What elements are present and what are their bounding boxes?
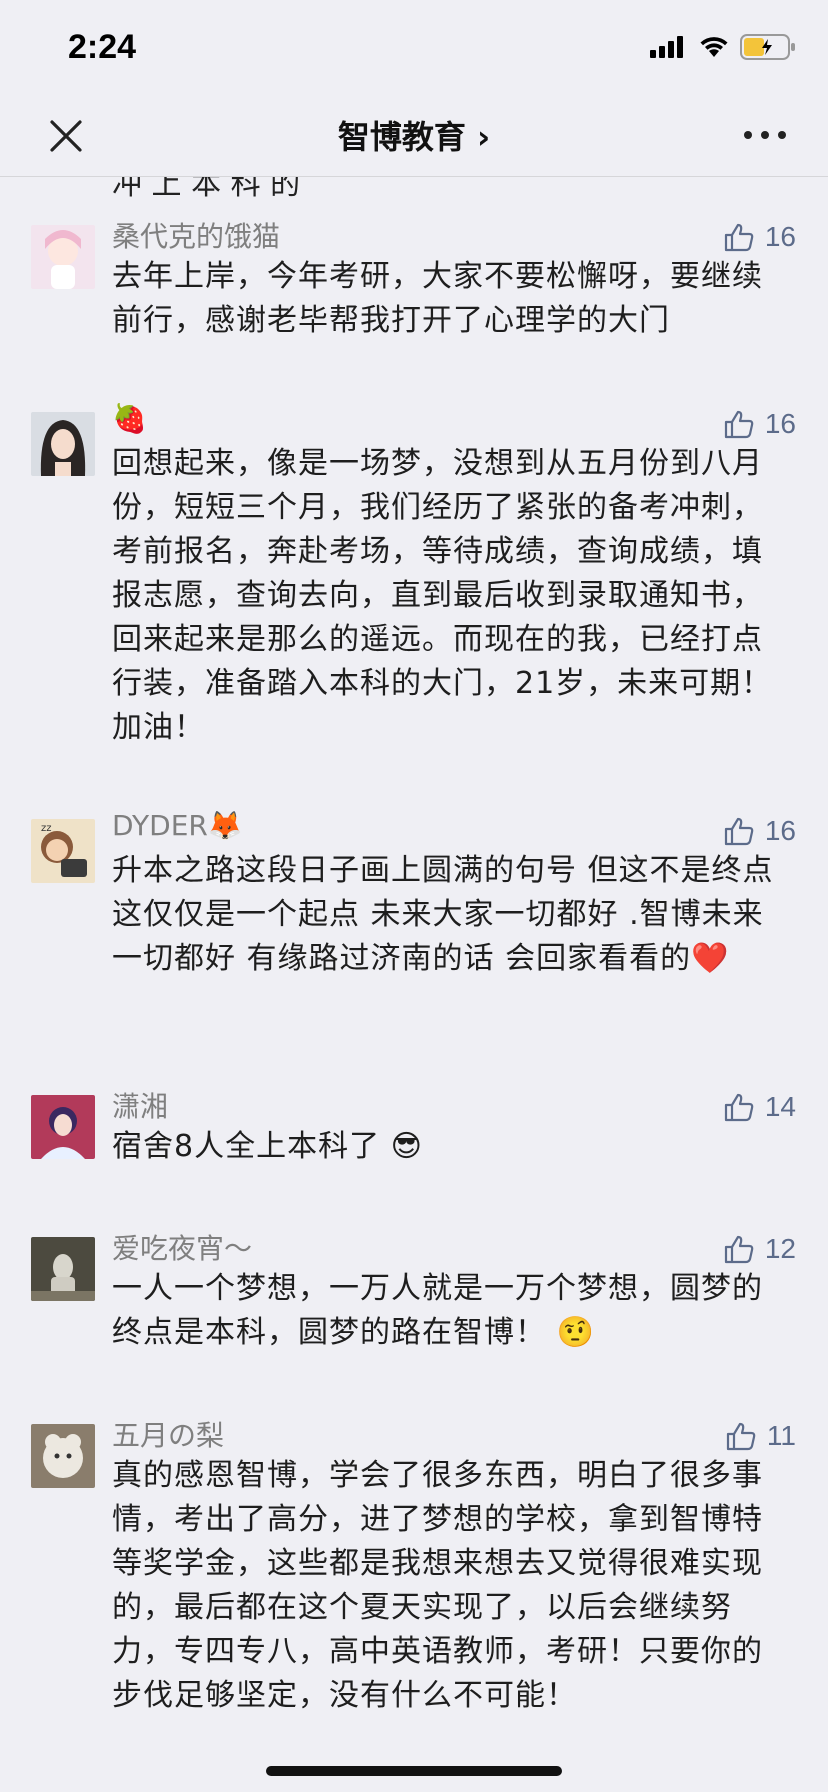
commenter-name: 爱吃夜宵～ <box>112 1232 253 1265</box>
like-count: 11 <box>766 1420 796 1451</box>
status-time: 2:24 <box>68 28 137 66</box>
like-count: 14 <box>764 1091 796 1122</box>
like-button[interactable]: 14 <box>723 1087 796 1127</box>
like-count: 16 <box>764 408 796 439</box>
like-count: 16 <box>764 815 796 846</box>
status-bar: 2:24 <box>0 0 828 100</box>
thumbs-up-icon <box>724 1093 754 1122</box>
avatar[interactable] <box>31 1095 95 1159</box>
thumbs-up-icon <box>724 817 754 846</box>
like-count: 16 <box>764 221 796 252</box>
commenter-name: 五月の梨 <box>112 1419 225 1452</box>
nav-bar: 智博教育 › <box>0 100 828 177</box>
thumbs-up-icon <box>726 1422 756 1451</box>
comment-feed[interactable]: 冲 上 本 科 的 桑代克的饿猫 16 去年上岸，今年考研，大家不要松懈呀，要继… <box>0 177 828 1792</box>
avatar[interactable] <box>31 1237 95 1301</box>
thumbs-up-icon <box>724 410 754 439</box>
like-button[interactable]: 12 <box>723 1229 796 1269</box>
comment-text: 一人一个梦想，一万人就是一万个梦想，圆梦的终点是本科，圆梦的路在智博！ 🤨 <box>112 1271 763 1350</box>
thumbs-up-icon <box>724 1235 754 1264</box>
more-icon[interactable] <box>740 120 790 150</box>
like-button[interactable]: 16 <box>723 217 796 257</box>
like-button[interactable]: 16 <box>723 404 796 444</box>
avatar[interactable] <box>31 412 95 476</box>
comment-text: 升本之路这段日子画上圆满的句号 但这不是终点 这仅仅是一个起点 未来大家一切都好… <box>112 853 774 976</box>
avatar[interactable] <box>31 1424 95 1488</box>
commenter-name: 桑代克的饿猫 <box>112 220 281 253</box>
like-button[interactable]: 16 <box>723 811 796 851</box>
avatar[interactable]: zz <box>31 819 95 883</box>
comment-text: 真的感恩智博，学会了很多东西，明白了很多事情，考出了高分，进了梦想的学校，拿到智… <box>112 1458 763 1713</box>
avatar[interactable] <box>31 225 95 289</box>
battery-icon <box>740 34 795 60</box>
home-indicator[interactable] <box>266 1766 562 1776</box>
commenter-name: DYDER🦊 <box>112 809 243 842</box>
commenter-name: 潇湘 <box>112 1090 169 1123</box>
svg-text:zz: zz <box>41 823 52 834</box>
signal-icon <box>650 36 683 58</box>
comment-text: 宿舍8人全上本科了 😎 <box>112 1129 423 1164</box>
thumbs-up-icon <box>724 223 754 252</box>
page-title[interactable]: 智博教育 › <box>0 112 828 158</box>
wifi-icon <box>700 37 728 57</box>
comment-text: 去年上岸，今年考研，大家不要松懈呀，要继续前行，感谢老毕帮我打开了心理学的大门 <box>112 259 763 338</box>
like-button[interactable]: 11 <box>725 1416 796 1456</box>
clipped-comment-text: 冲 上 本 科 的 <box>112 177 301 202</box>
commenter-name: 🍓 <box>112 402 147 435</box>
like-count: 12 <box>764 1233 796 1264</box>
comment-text: 回想起来，像是一场梦，没想到从五月份到八月份，短短三个月，我们经历了紧张的备考冲… <box>112 446 773 745</box>
